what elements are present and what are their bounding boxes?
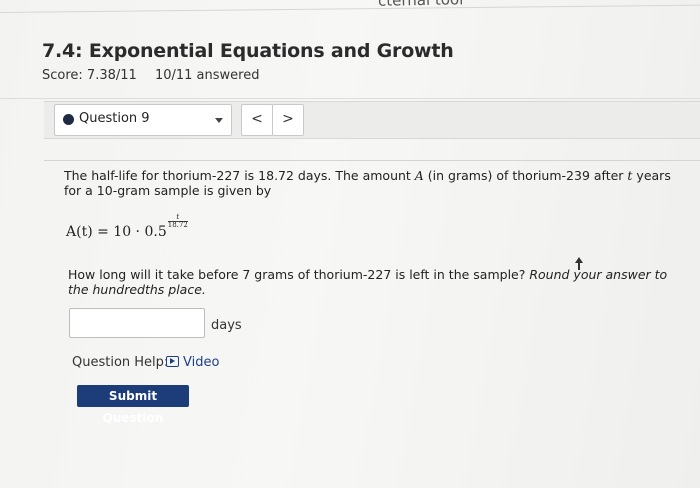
chevron-down-icon <box>215 118 223 123</box>
answered-count: 10/11 answered <box>154 68 260 83</box>
question-select[interactable]: Question 9 <box>54 104 232 136</box>
divider <box>0 98 700 99</box>
next-question-button[interactable]: > <box>272 104 304 136</box>
previous-question-button[interactable]: < <box>241 104 273 136</box>
answer-unit: days <box>211 318 242 333</box>
question-select-label: Question 9 <box>79 111 150 126</box>
submit-question-button[interactable]: Submit Question <box>77 385 189 425</box>
status-dot-icon <box>63 114 74 125</box>
problem-text: (in grams) of thorium-239 after <box>423 168 628 183</box>
formula-base: A(t) = 10 · 0.5 <box>66 224 167 240</box>
play-icon <box>166 356 179 367</box>
divider <box>44 160 700 161</box>
score-text: Score: 7.38/11 <box>42 68 137 83</box>
cursor-icon <box>575 257 583 270</box>
exponent-denominator: 18.72 <box>167 221 188 229</box>
answer-input[interactable] <box>69 308 205 338</box>
question-main: How long will it take before 7 grams of … <box>68 267 526 282</box>
question-help-label: Question Help: <box>72 355 169 370</box>
page-title: 7.4: Exponential Equations and Growth <box>42 40 454 62</box>
question-prompt: How long will it take before 7 grams of … <box>68 267 668 297</box>
score-line: Score: 7.38/11 10/11 answered <box>42 68 259 83</box>
video-help-link[interactable]: Video <box>166 355 219 370</box>
formula-exponent: t 18.72 <box>167 214 188 229</box>
variable-a: A <box>414 168 424 183</box>
formula: A(t) = 10 · 0.5 t 18.72 <box>66 214 188 240</box>
video-link-label: Video <box>183 355 220 370</box>
problem-statement: The half-life for thorium-227 is 18.72 d… <box>64 168 684 198</box>
problem-text: The half-life for thorium-227 is 18.72 d… <box>64 168 415 183</box>
